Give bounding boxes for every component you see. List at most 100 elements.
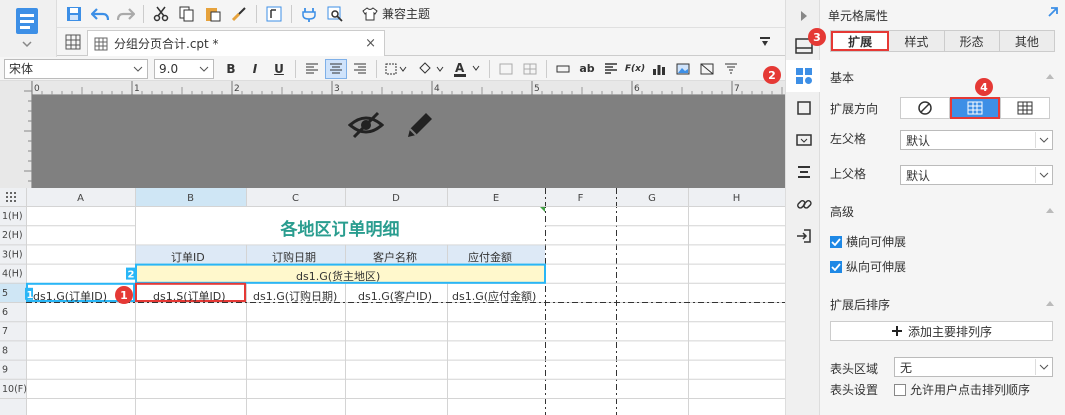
font-color-button[interactable]: A bbox=[450, 59, 484, 79]
hide-eye-icon[interactable] bbox=[348, 109, 384, 141]
insert-chart-button[interactable] bbox=[648, 59, 670, 79]
formula-button[interactable]: F(x) bbox=[624, 59, 646, 79]
column-header-g[interactable]: G bbox=[648, 193, 656, 204]
insert-ab-button[interactable]: ab bbox=[576, 59, 598, 79]
italic-button[interactable]: I bbox=[244, 59, 266, 79]
format-painter-button[interactable] bbox=[226, 2, 252, 26]
cell-props-icon bbox=[795, 68, 812, 84]
vertical-ruler-ticks bbox=[24, 90, 32, 182]
plug-icon bbox=[302, 7, 316, 22]
popout-arrow-icon[interactable] bbox=[1047, 6, 1059, 18]
top-parent-select[interactable]: 默认 bbox=[900, 165, 1053, 185]
cell-a5[interactable]: ds1.G(订单ID) bbox=[33, 288, 107, 304]
preview-button[interactable] bbox=[322, 2, 348, 26]
report-title-cell[interactable]: 各地区订单明细 bbox=[135, 215, 545, 240]
section-basic[interactable]: 基本 bbox=[820, 66, 1065, 88]
vertical-expand-button[interactable] bbox=[950, 97, 1000, 119]
fill-color-button[interactable] bbox=[414, 59, 448, 79]
row-header[interactable]: 9 bbox=[2, 365, 8, 376]
row-header[interactable]: 8 bbox=[2, 345, 8, 356]
align-left-button[interactable] bbox=[301, 59, 323, 79]
checkbox-checked bbox=[830, 235, 842, 248]
strip-item-cell-props[interactable] bbox=[786, 60, 821, 92]
slash-cell-button[interactable] bbox=[696, 59, 718, 79]
column-header-c[interactable]: C bbox=[292, 193, 299, 204]
paint-bucket-icon bbox=[419, 61, 444, 74]
merge-cells-button[interactable] bbox=[495, 59, 517, 79]
tab-style[interactable]: 样式 bbox=[889, 31, 945, 51]
undo-button[interactable] bbox=[87, 2, 113, 26]
svg-text:A: A bbox=[455, 61, 465, 75]
header-order-date[interactable]: 订购日期 bbox=[272, 249, 316, 265]
tab-expand[interactable]: 扩展 bbox=[831, 31, 890, 51]
row-header[interactable]: 4(H) bbox=[2, 269, 23, 280]
row-header[interactable]: 6 bbox=[2, 307, 8, 318]
row-header[interactable]: 5 bbox=[2, 288, 8, 299]
strip-item-hyperlink[interactable] bbox=[786, 188, 821, 220]
underline-button[interactable]: U bbox=[268, 59, 290, 79]
split-cells-button[interactable] bbox=[519, 59, 541, 79]
left-parent-select[interactable]: 默认 bbox=[900, 130, 1053, 150]
datasource-button[interactable] bbox=[296, 2, 322, 26]
column-header-h[interactable]: H bbox=[733, 193, 741, 204]
add-sort-button[interactable]: 添加主要排列序 bbox=[830, 321, 1053, 341]
tab-report-file[interactable]: 分组分页合计.cpt * × bbox=[87, 30, 385, 56]
column-header-a[interactable]: A bbox=[77, 193, 84, 204]
border-button[interactable] bbox=[382, 59, 412, 79]
header-area-select[interactable]: 无 bbox=[894, 357, 1053, 377]
row-header[interactable]: 1(H) bbox=[2, 211, 23, 222]
column-header-d[interactable]: D bbox=[392, 193, 400, 204]
header-amount-due[interactable]: 应付金额 bbox=[468, 249, 512, 265]
h-extend-checkbox[interactable]: 横向可伸展 bbox=[830, 233, 906, 250]
strip-item-event[interactable] bbox=[786, 220, 821, 252]
row-header[interactable]: 10(F) bbox=[2, 384, 27, 395]
v-extend-checkbox[interactable]: 纵向可伸展 bbox=[830, 258, 906, 275]
redo-button[interactable] bbox=[113, 2, 139, 26]
column-header-e[interactable]: E bbox=[493, 193, 499, 204]
tab-close-button[interactable]: × bbox=[365, 36, 376, 51]
save-button[interactable] bbox=[61, 2, 87, 26]
row-header[interactable]: 3(H) bbox=[2, 249, 23, 260]
font-size-select[interactable]: 9.0 bbox=[154, 58, 214, 79]
cut-button[interactable] bbox=[148, 2, 174, 26]
cell-d5[interactable]: ds1.G(客户ID) bbox=[358, 288, 432, 304]
section-advanced[interactable]: 高级 bbox=[820, 200, 1065, 222]
insert-image-button[interactable] bbox=[672, 59, 694, 79]
strip-item-widget[interactable] bbox=[786, 92, 821, 124]
copy-button[interactable] bbox=[174, 2, 200, 26]
cell-c5[interactable]: ds1.G(订购日期) bbox=[253, 288, 337, 304]
tab-menu-icon[interactable] bbox=[759, 36, 771, 48]
horizontal-expand-button[interactable] bbox=[1000, 97, 1050, 119]
column-header-f[interactable]: F bbox=[578, 193, 584, 204]
compatible-theme-button[interactable]: 兼容主题 bbox=[362, 5, 430, 22]
pencil-edit-icon[interactable] bbox=[404, 109, 436, 141]
grid-icon[interactable] bbox=[65, 34, 81, 50]
rich-text-button[interactable] bbox=[600, 59, 622, 79]
allow-user-sort-checkbox[interactable]: 允许用户点击排列顺序 bbox=[894, 381, 1030, 398]
slash-icon bbox=[700, 63, 714, 74]
cell-e5[interactable]: ds1.G(应付金额) bbox=[452, 288, 536, 304]
section-sort[interactable]: 扩展后排序 bbox=[820, 293, 1065, 315]
align-right-button[interactable] bbox=[349, 59, 371, 79]
font-name-select[interactable]: 宋体 bbox=[4, 58, 148, 79]
row-header[interactable]: 7 bbox=[2, 326, 8, 337]
cell-b5[interactable]: ds1.S(订单ID) bbox=[153, 288, 226, 304]
strip-item-condition[interactable] bbox=[786, 124, 821, 156]
app-logo[interactable] bbox=[0, 0, 57, 57]
insert-sub-report-button[interactable] bbox=[720, 59, 742, 79]
tab-other[interactable]: 其他 bbox=[1000, 31, 1054, 51]
spreadsheet-grid[interactable]: 1 2 A B C D E F G H 1(H) 2(H) 3(H) 4(H) 5 6 7 8 9 10(F) 各地区… bbox=[0, 188, 785, 415]
no-expand-button[interactable] bbox=[900, 97, 950, 119]
template-params-button[interactable] bbox=[261, 2, 287, 26]
align-center-button[interactable] bbox=[325, 58, 347, 79]
column-header-b[interactable]: B bbox=[187, 193, 194, 204]
insert-text-button[interactable] bbox=[552, 59, 574, 79]
bold-button[interactable]: B bbox=[220, 59, 242, 79]
header-customer-name[interactable]: 客户名称 bbox=[373, 249, 417, 265]
tab-widget[interactable]: 形态 bbox=[945, 31, 1000, 51]
header-order-id[interactable]: 订单ID bbox=[171, 249, 205, 265]
paste-button[interactable] bbox=[200, 2, 226, 26]
row-header[interactable]: 2(H) bbox=[2, 230, 23, 241]
group-region-cell[interactable]: ds1.G(货主地区) bbox=[296, 268, 380, 284]
strip-item-format[interactable] bbox=[786, 156, 821, 188]
